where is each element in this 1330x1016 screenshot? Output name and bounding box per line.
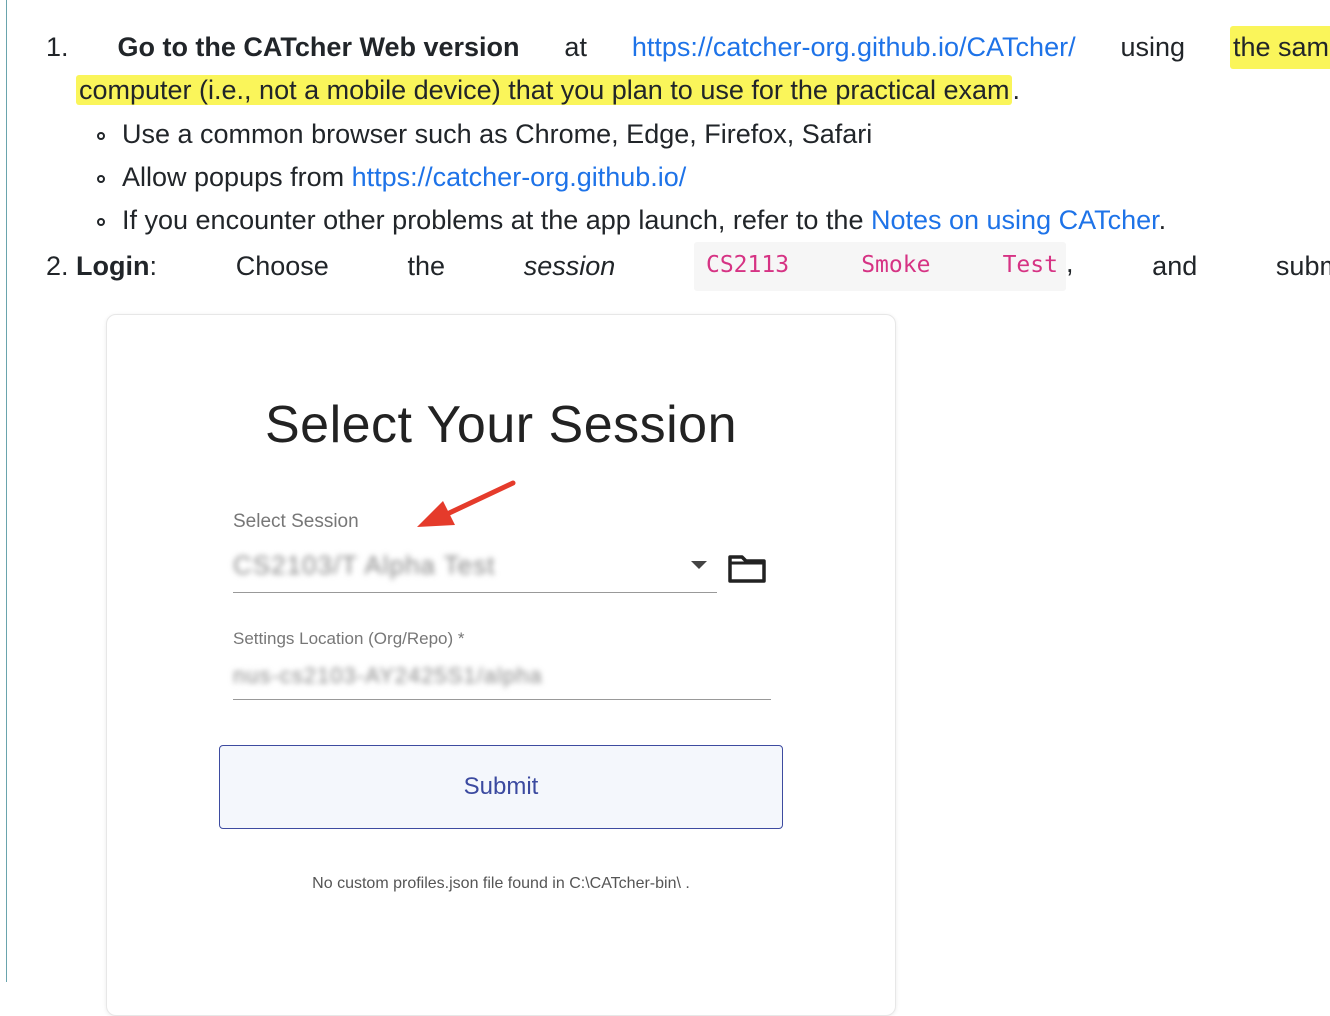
step2-word-submit: submi (1275, 251, 1330, 281)
step1-using: using (1120, 32, 1186, 62)
select-session-screenshot: Select Your Session Select Session CS210… (106, 314, 896, 1016)
subitem-browser: Use a common browser such as Chrome, Edg… (122, 113, 872, 156)
subitem-browser-text: Use a common browser such as Chrome, Edg… (122, 119, 873, 149)
bullet-icon (97, 218, 105, 226)
content-left-border (6, 0, 7, 982)
code-word: Smoke (861, 252, 931, 278)
session-code: CS2113 Smoke Test, (693, 242, 1074, 291)
step1-period: . (1012, 75, 1020, 105)
dropdown-caret-icon[interactable] (689, 559, 709, 571)
session-code-text: CS2113 Smoke Test (693, 242, 1066, 291)
step2-line: 2. Login: Choose the session CS2113 Smoke… (46, 242, 1330, 291)
step1-highlight-end: computer (i.e., not a mobile device) tha… (76, 75, 1013, 105)
step2-word-choose: Choose (235, 251, 329, 281)
catcher-org-link[interactable]: https://catcher-org.github.io/ (352, 162, 687, 192)
notes-on-catcher-link[interactable]: Notes on using CATcher (871, 205, 1159, 235)
step2-comma: , (1065, 248, 1074, 278)
step2-word-the: the (407, 251, 446, 281)
select-session-label: Select Session (233, 511, 359, 532)
profiles-note: No custom profiles.json file found in C:… (312, 875, 690, 892)
subitem-popups: Allow popups from https://catcher-org.gi… (122, 156, 686, 199)
step1-highlight-start: the sam (1229, 26, 1330, 69)
bullet-icon (97, 132, 105, 140)
subitem-problems-text: If you encounter other problems at the a… (122, 205, 871, 235)
subitem-problems-period: . (1158, 205, 1167, 235)
step2-title: Login (76, 251, 150, 281)
subitem-problems: If you encounter other problems at the a… (122, 199, 1166, 242)
code-word: Test (1002, 252, 1058, 278)
settings-location-value[interactable]: nus-cs2103-AY2425S1/alpha (233, 663, 543, 689)
red-arrow-icon (417, 480, 516, 527)
step1-number: 1. (46, 32, 69, 62)
step1-at: at (564, 32, 587, 62)
bullet-icon (97, 175, 105, 183)
subitem-popups-text: Allow popups from (122, 162, 352, 192)
step1-line1: 1. Go to the CATcher Web version at http… (46, 26, 1330, 69)
catcher-web-link[interactable]: https://catcher-org.github.io/CATcher/ (632, 26, 1076, 69)
step2-colon: : (149, 251, 158, 281)
step1-line2: computer (i.e., not a mobile device) tha… (76, 69, 1020, 112)
folder-icon[interactable] (727, 551, 767, 585)
step2-word-session: session (523, 251, 616, 281)
step1-title: Go to the CATcher Web version (117, 32, 520, 62)
step2-word-and: and (1152, 251, 1198, 281)
select-session-underline (233, 592, 717, 593)
submit-button[interactable]: Submit (219, 745, 783, 829)
step2-number: 2. (46, 251, 69, 281)
select-session-title: Select Your Session (264, 396, 738, 454)
settings-location-underline (233, 699, 771, 700)
code-word: CS2113 (705, 252, 790, 278)
select-session-value[interactable]: CS2103/T Alpha Test (233, 550, 495, 581)
step2-label: 2. Login: (46, 245, 157, 288)
settings-location-label: Settings Location (Org/Repo) * (233, 629, 465, 648)
